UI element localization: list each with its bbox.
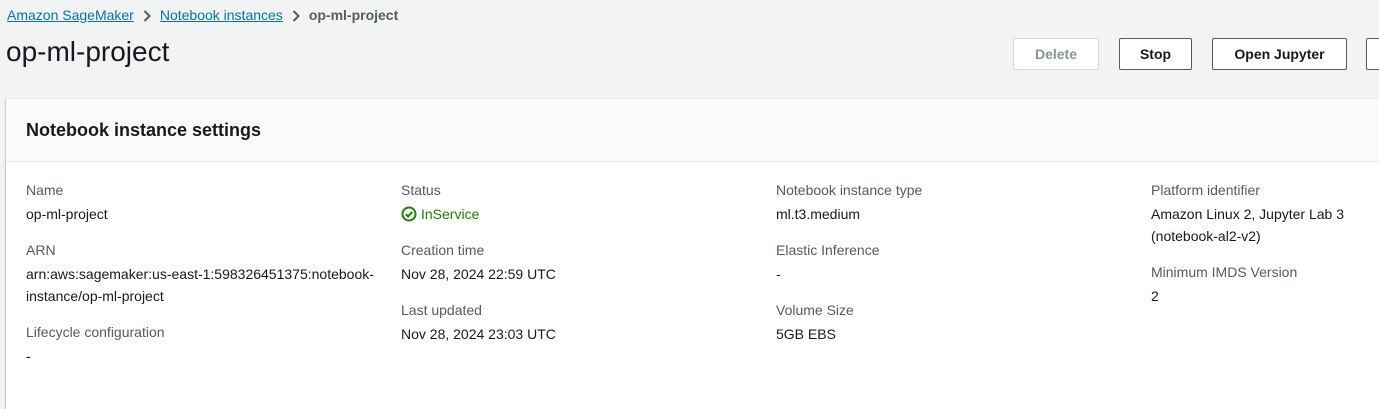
arn-value: arn:aws:sagemaker:us-east-1:598326451375… [26,263,386,307]
field-status: Status InService [401,181,761,225]
field-value: op-ml-project [26,206,108,222]
field-imds-version: Minimum IMDS Version 2 [1151,263,1379,307]
field-value: Nov 28, 2024 22:59 UTC [401,266,556,282]
breadcrumb-link-notebook-instances[interactable]: Notebook instances [160,6,283,24]
field-platform-identifier: Platform identifier Amazon Linux 2, Jupy… [1151,181,1379,247]
status-indicator: InService [401,203,761,225]
field-elastic-inference: Elastic Inference - [776,241,1136,285]
panel-header: Notebook instance settings [6,99,1379,162]
settings-column-3: Notebook instance type ml.t3.medium Elas… [776,181,1136,361]
chevron-right-icon [283,6,309,24]
field-label: Notebook instance type [776,182,923,198]
field-value: ml.t3.medium [776,206,861,222]
more-actions-button[interactable] [1366,38,1379,70]
status-text: InService [421,206,480,222]
platform-value-line-2: (notebook-al2-v2) [1151,228,1261,244]
field-label: Lifecycle configuration [26,324,165,340]
field-label: Status [401,182,441,198]
field-value: 5GB EBS [776,326,836,342]
field-value: - [26,348,31,364]
field-lifecycle: Lifecycle configuration - [26,323,386,367]
field-creation-time: Creation time Nov 28, 2024 22:59 UTC [401,241,761,285]
field-label: Volume Size [776,302,854,318]
panel-title: Notebook instance settings [26,119,262,140]
field-label: Minimum IMDS Version [1151,264,1298,280]
field-label: Platform identifier [1151,182,1260,198]
settings-column-4: Platform identifier Amazon Linux 2, Jupy… [1151,181,1379,323]
chevron-right-icon [134,6,160,24]
field-label: Elastic Inference [776,242,880,258]
field-name: Name op-ml-project [26,181,386,225]
notebook-settings-panel: Notebook instance settings Name op-ml-pr… [6,98,1379,409]
arn-value-line-2: instance/op-ml-project [26,288,164,304]
breadcrumb: Amazon SageMaker Notebook instances op-m… [7,6,398,24]
field-label: Last updated [401,302,482,318]
field-last-updated: Last updated Nov 28, 2024 23:03 UTC [401,301,761,345]
platform-value-line-1: Amazon Linux 2, Jupyter Lab 3 [1151,206,1345,222]
field-volume-size: Volume Size 5GB EBS [776,301,1136,345]
page-title: op-ml-project [6,36,170,67]
settings-column-1: Name op-ml-project ARN arn:aws:sagemaker… [26,181,386,383]
field-label: ARN [26,242,56,258]
field-arn: ARN arn:aws:sagemaker:us-east-1:59832645… [26,241,386,307]
field-value: 2 [1151,288,1159,304]
status-success-icon [401,206,417,222]
field-value: - [776,266,781,282]
settings-column-2: Status InService Creation time Nov 28, 2… [401,181,761,361]
stop-button[interactable]: Stop [1119,38,1192,70]
open-jupyter-button[interactable]: Open Jupyter [1212,38,1347,70]
breadcrumb-current: op-ml-project [308,7,399,23]
field-label: Creation time [401,242,485,258]
field-label: Name [26,182,64,198]
field-value: Nov 28, 2024 23:03 UTC [401,326,556,342]
delete-button[interactable]: Delete [1013,38,1099,70]
breadcrumb-link-sagemaker[interactable]: Amazon SageMaker [7,6,134,24]
platform-value: Amazon Linux 2, Jupyter Lab 3 (notebook-… [1151,203,1379,247]
arn-value-line-1: arn:aws:sagemaker:us-east-1:598326451375… [26,266,374,282]
field-instance-type: Notebook instance type ml.t3.medium [776,181,1136,225]
